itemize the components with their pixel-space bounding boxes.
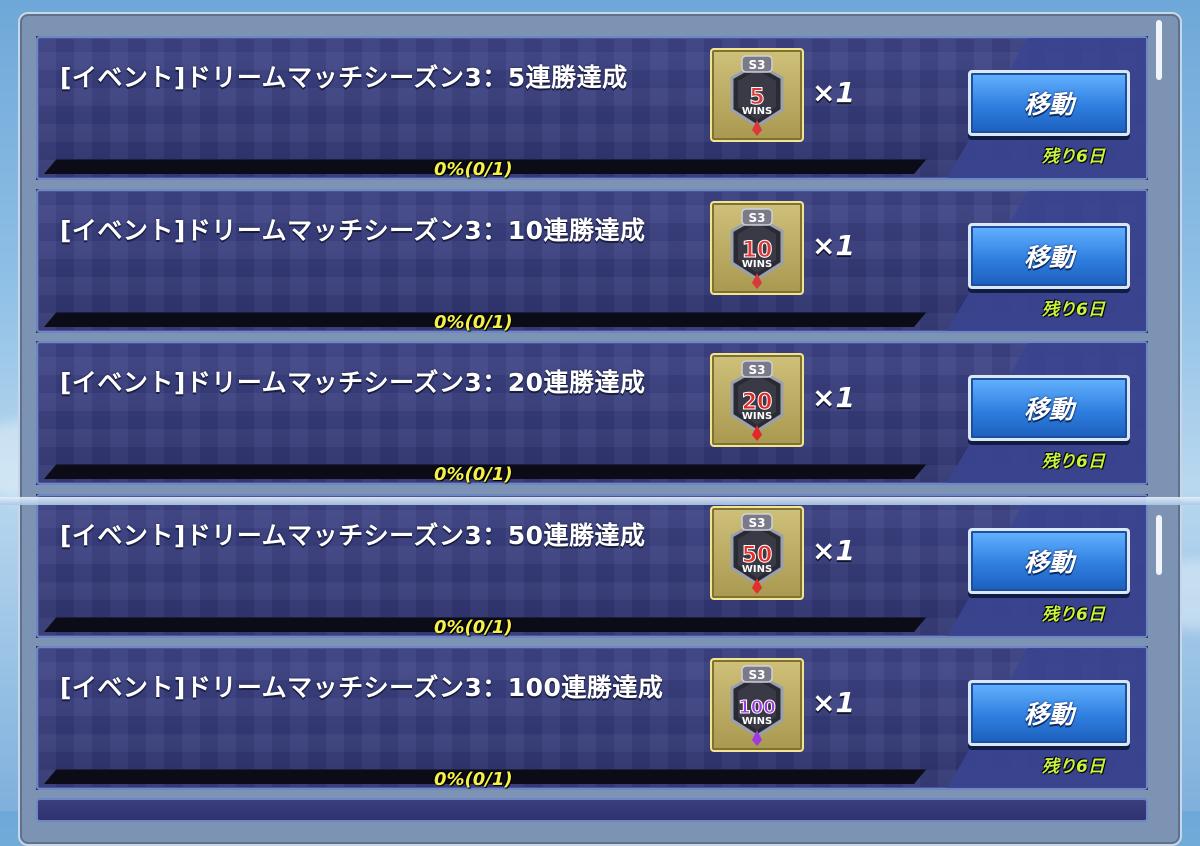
reward-item[interactable]: S3 20 WINS xyxy=(710,353,804,447)
remaining-time: 残り6日 xyxy=(1042,300,1105,320)
reward-quantity: ×1 xyxy=(812,229,855,262)
badge-season: S3 xyxy=(749,58,766,72)
move-button[interactable]: 移動 xyxy=(968,680,1130,746)
mission-row: [イベント]ドリームマッチシーズン3：20連勝達成 0%(0/1) S3 20 … xyxy=(36,341,1148,485)
scrollbar-thumb[interactable] xyxy=(1156,20,1162,80)
wins-badge-icon: S3 20 WINS xyxy=(730,360,784,441)
mission-row: [イベント]ドリームマッチシーズン3：100連勝達成 0%(0/1) S3 10… xyxy=(36,646,1148,790)
badge-wins-label: WINS xyxy=(742,411,772,422)
mission-title: [イベント]ドリームマッチシーズン3：5連勝達成 xyxy=(60,63,628,92)
progress-fill xyxy=(44,465,56,479)
badge-season: S3 xyxy=(749,516,766,530)
reward-quantity: ×1 xyxy=(812,381,855,414)
mission-row: [イベント]ドリームマッチシーズン3：5連勝達成 0%(0/1) S3 5 WI… xyxy=(36,36,1148,180)
badge-wins-label: WINS xyxy=(742,564,772,575)
badge-season: S3 xyxy=(749,668,766,682)
move-button[interactable]: 移動 xyxy=(968,223,1130,289)
progress-text: 0%(0/1) xyxy=(434,617,513,638)
remaining-time: 残り6日 xyxy=(1042,147,1105,167)
reward-item[interactable]: S3 50 WINS xyxy=(710,506,804,600)
wins-badge-icon: S3 100 WINS xyxy=(730,665,784,746)
wins-badge-icon: S3 50 WINS xyxy=(730,513,784,594)
badge-season: S3 xyxy=(749,363,766,377)
mission-title: [イベント]ドリームマッチシーズン3：20連勝達成 xyxy=(60,368,646,397)
remaining-time: 残り6日 xyxy=(1042,452,1105,472)
mission-row: [イベント]ドリームマッチシーズン3：50連勝達成 0%(0/1) S3 50 … xyxy=(36,494,1148,638)
badge-number: 100 xyxy=(738,697,776,718)
reward-item[interactable]: S3 5 WINS xyxy=(710,48,804,142)
wins-badge-icon: S3 10 WINS xyxy=(730,208,784,289)
progress-text: 0%(0/1) xyxy=(434,464,513,485)
mission-title: [イベント]ドリームマッチシーズン3：10連勝達成 xyxy=(60,216,646,245)
move-button[interactable]: 移動 xyxy=(968,70,1130,136)
progress-fill xyxy=(44,313,56,327)
mission-row-partial xyxy=(36,798,1148,822)
badge-wins-label: WINS xyxy=(742,259,772,270)
move-button[interactable]: 移動 xyxy=(968,528,1130,594)
progress-fill xyxy=(44,160,56,174)
mission-title: [イベント]ドリームマッチシーズン3：100連勝達成 xyxy=(60,673,664,702)
progress-text: 0%(0/1) xyxy=(434,769,513,790)
reward-item[interactable]: S3 100 WINS xyxy=(710,658,804,752)
progress-text: 0%(0/1) xyxy=(434,159,513,180)
screenshot-seam xyxy=(0,497,1200,505)
reward-quantity: ×1 xyxy=(812,534,855,567)
wins-badge-icon: S3 5 WINS xyxy=(730,55,784,136)
remaining-time: 残り6日 xyxy=(1042,605,1105,625)
badge-season: S3 xyxy=(749,211,766,225)
badge-wins-label: WINS xyxy=(742,106,772,117)
reward-item[interactable]: S3 10 WINS xyxy=(710,201,804,295)
move-button[interactable]: 移動 xyxy=(968,375,1130,441)
mission-title: [イベント]ドリームマッチシーズン3：50連勝達成 xyxy=(60,521,646,550)
mission-row: [イベント]ドリームマッチシーズン3：10連勝達成 0%(0/1) S3 10 … xyxy=(36,189,1148,333)
scrollbar-thumb[interactable] xyxy=(1156,515,1162,575)
remaining-time: 残り6日 xyxy=(1042,757,1105,777)
progress-fill xyxy=(44,770,56,784)
reward-quantity: ×1 xyxy=(812,686,855,719)
badge-wins-label: WINS xyxy=(742,716,772,727)
progress-text: 0%(0/1) xyxy=(434,312,513,333)
progress-fill xyxy=(44,618,56,632)
reward-quantity: ×1 xyxy=(812,76,855,109)
